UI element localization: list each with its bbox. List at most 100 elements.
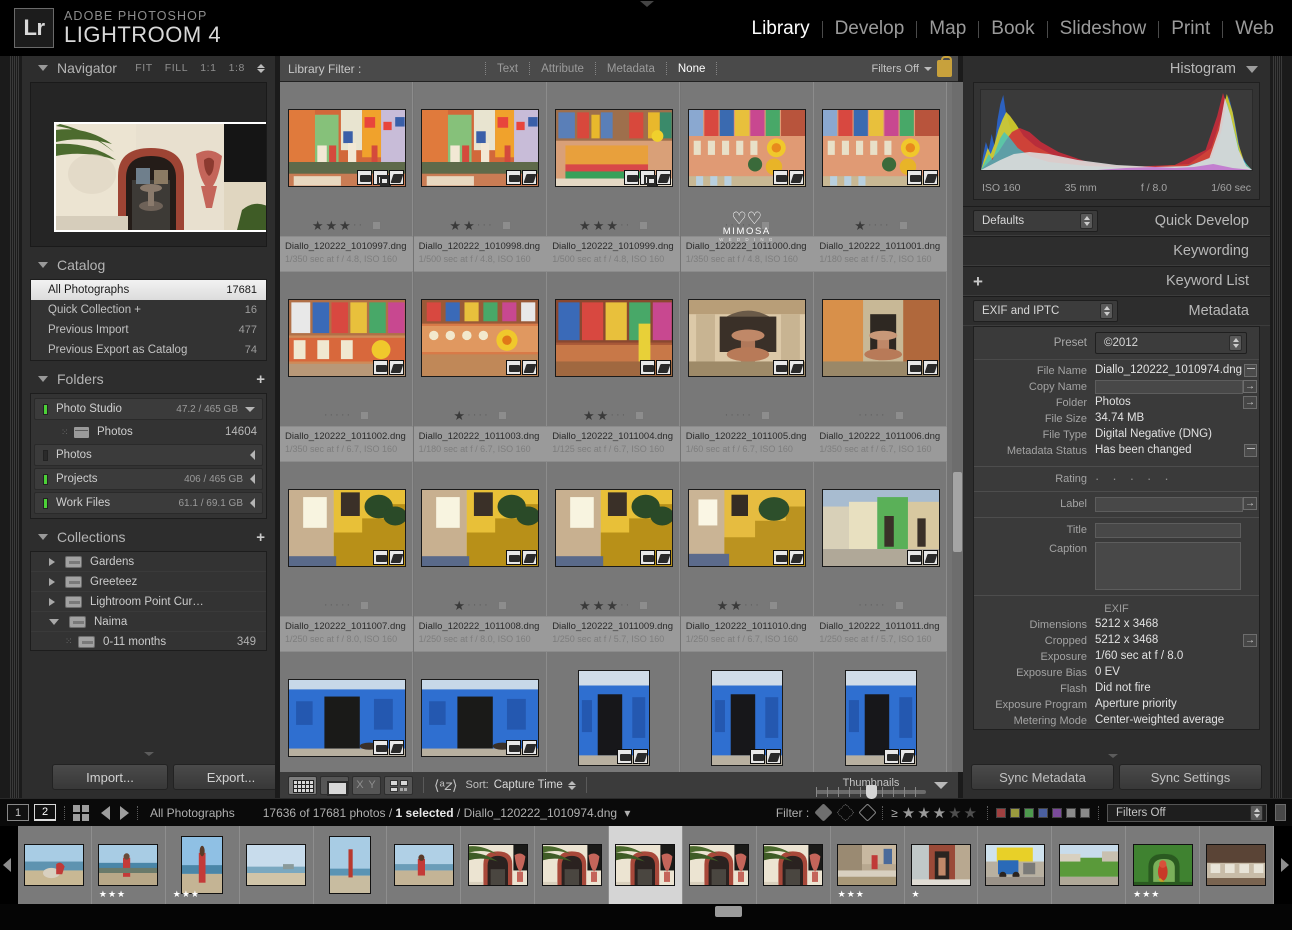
grid-cell-badges[interactable] [906, 359, 938, 375]
filmstrip-thumbnail[interactable] [763, 844, 824, 886]
rating-star[interactable]: · [347, 409, 351, 422]
rating-star[interactable]: · [858, 409, 862, 422]
library-filter-tabs[interactable]: Text Attribute Metadata None [485, 62, 718, 75]
grid-cell[interactable]: ★ · · · · Diallo_120222_1011003.dng 1/180 sec … [413, 272, 547, 462]
navigator-header[interactable]: Navigator FIT FILL 1:1 1:8 [22, 56, 275, 80]
crop-badge-icon[interactable] [773, 169, 789, 185]
folder-volume-row[interactable]: Projects 406 / 465 GB [34, 468, 263, 490]
rating-filter-stars-icon[interactable]: ★★★★★ [902, 804, 979, 822]
metadata-row[interactable]: File Size 34.74 MB [974, 411, 1259, 427]
chevron-right-icon[interactable] [49, 597, 55, 606]
metadata-row[interactable]: File Type Digital Negative (DNG) [974, 427, 1259, 443]
module-picker[interactable]: Library Develop Map Book Slideshow Print Web [740, 18, 1287, 40]
rating-star[interactable]: · [870, 409, 874, 422]
filmstrip-thumbnail[interactable] [541, 844, 602, 886]
keyword-list-section[interactable]: + Keyword List [963, 266, 1270, 296]
metadata-row[interactable]: Folder Photos → [974, 395, 1259, 411]
histogram-header[interactable]: Histogram [963, 56, 1270, 82]
grid-cell-thumbnail[interactable] [814, 656, 947, 772]
rating-star[interactable]: ★ [326, 219, 338, 232]
filmstrip-scroll-area[interactable] [0, 904, 1292, 930]
rating-star[interactable]: ★ [312, 219, 324, 232]
filmstrip-thumbnail[interactable] [984, 844, 1045, 886]
grid-cell-badges[interactable] [773, 549, 805, 565]
filmstrip-cell[interactable] [1200, 826, 1274, 904]
grid-cell-badges[interactable] [773, 169, 805, 185]
crop-badge-icon[interactable] [356, 169, 372, 185]
metadata-caption-row[interactable]: Caption [974, 541, 1259, 591]
filmstrip-next-icon[interactable] [1281, 858, 1289, 872]
filmstrip-thumbnail[interactable] [246, 844, 307, 886]
grid-cell[interactable]: ★ ★ · · · Diallo_120222_1011010.dng 1/250 sec … [680, 462, 814, 652]
grid-cell-badges[interactable] [372, 359, 404, 375]
tag-badge-icon[interactable] [632, 748, 648, 764]
folder-volume-row[interactable]: Photo Studio 47.2 / 465 GB [34, 398, 263, 420]
filmstrip-cell[interactable] [461, 826, 536, 904]
grid-cell-rating[interactable]: ★ ★ ★ · · [547, 595, 680, 615]
color-label-swatch[interactable] [501, 220, 511, 230]
sort-direction-icon[interactable]: ⟨ᵃ𝘻⟩ [434, 777, 457, 794]
filmstrip-thumbnail[interactable] [689, 844, 750, 886]
grid-cell-badges[interactable] [906, 549, 938, 565]
rating-star[interactable]: · [879, 219, 883, 232]
thumbnail-grid[interactable]: ★ ★ ★ · · Diallo_120222_1010997.dng 1/350 sec … [280, 82, 958, 772]
chevron-down-icon[interactable] [49, 618, 59, 625]
grid-cell-thumbnail[interactable] [547, 656, 680, 772]
grid-cell-thumbnail[interactable] [414, 656, 547, 772]
rating-star[interactable]: · [335, 599, 339, 612]
rating-star[interactable]: · [329, 599, 333, 612]
crop-badge-icon[interactable] [773, 549, 789, 565]
grid-cell-thumbnail[interactable] [814, 276, 947, 399]
filmstrip-rating[interactable]: ★★★ [99, 889, 126, 900]
grid-cell-thumbnail[interactable] [814, 86, 947, 209]
chevron-down-icon[interactable] [245, 406, 255, 412]
grid-cell-badges[interactable] [639, 359, 671, 375]
rating-star[interactable]: · [620, 219, 624, 232]
stack-badge-icon[interactable] [372, 169, 391, 186]
rating-star[interactable]: · [874, 219, 878, 232]
color-label-chip[interactable] [1010, 807, 1020, 818]
sync-settings-button[interactable]: Sync Settings [1119, 764, 1262, 790]
tag-badge-icon[interactable] [522, 739, 538, 755]
grid-cell-badges[interactable] [506, 549, 538, 565]
grid-cell-thumbnail[interactable] [681, 276, 814, 399]
right-panel-scrollbar[interactable] [1273, 56, 1282, 798]
rating-star[interactable]: · [467, 409, 471, 422]
rating-star[interactable]: · [736, 409, 740, 422]
arrow-button-icon[interactable]: → [1243, 497, 1257, 510]
tag-badge-icon[interactable] [522, 359, 538, 375]
tag-badge-icon[interactable] [899, 748, 915, 764]
grid-cell[interactable]: ····· [280, 652, 413, 772]
grid-cell-badges[interactable] [356, 169, 404, 186]
rating-star[interactable]: · [484, 409, 488, 422]
rating-star[interactable]: · [744, 599, 748, 612]
grid-cell[interactable]: ····· [413, 652, 547, 772]
tag-badge-icon[interactable] [388, 739, 404, 755]
rating-star[interactable]: · [329, 409, 333, 422]
grid-cell-thumbnail[interactable] [814, 466, 947, 589]
sort-stepper-icon[interactable] [567, 780, 576, 790]
crop-badge-icon[interactable] [906, 549, 922, 565]
crop-badge-icon[interactable] [506, 549, 522, 565]
keywording-section[interactable]: Keywording [963, 236, 1270, 266]
flag-pick-icon[interactable] [814, 803, 833, 822]
list-button-icon[interactable] [1244, 364, 1257, 377]
lock-icon[interactable] [937, 56, 952, 77]
thumbnail-size-slider[interactable]: Thumbnails [816, 777, 926, 799]
filmstrip-cell[interactable] [609, 826, 683, 904]
filmstrip-cell[interactable] [535, 826, 609, 904]
filter-tab-text[interactable]: Text [486, 63, 529, 75]
chevron-right-icon[interactable] [49, 577, 55, 586]
filmstrip-cell[interactable] [1052, 826, 1127, 904]
module-map[interactable]: Map [917, 18, 978, 40]
stepper-icon[interactable] [1080, 213, 1093, 229]
color-label-chip[interactable] [1066, 807, 1076, 818]
metadata-row[interactable]: Exposure Program Aperture priority [974, 697, 1259, 713]
filmstrip-thumbnail[interactable] [24, 844, 85, 886]
catalog-item[interactable]: Quick Collection + 16 [31, 300, 266, 320]
color-label-swatch[interactable] [360, 410, 370, 420]
crop-badge-icon[interactable] [372, 359, 388, 375]
tag-badge-icon[interactable] [789, 549, 805, 565]
rating-star[interactable]: · [616, 409, 620, 422]
rating-star[interactable]: · [488, 219, 492, 232]
